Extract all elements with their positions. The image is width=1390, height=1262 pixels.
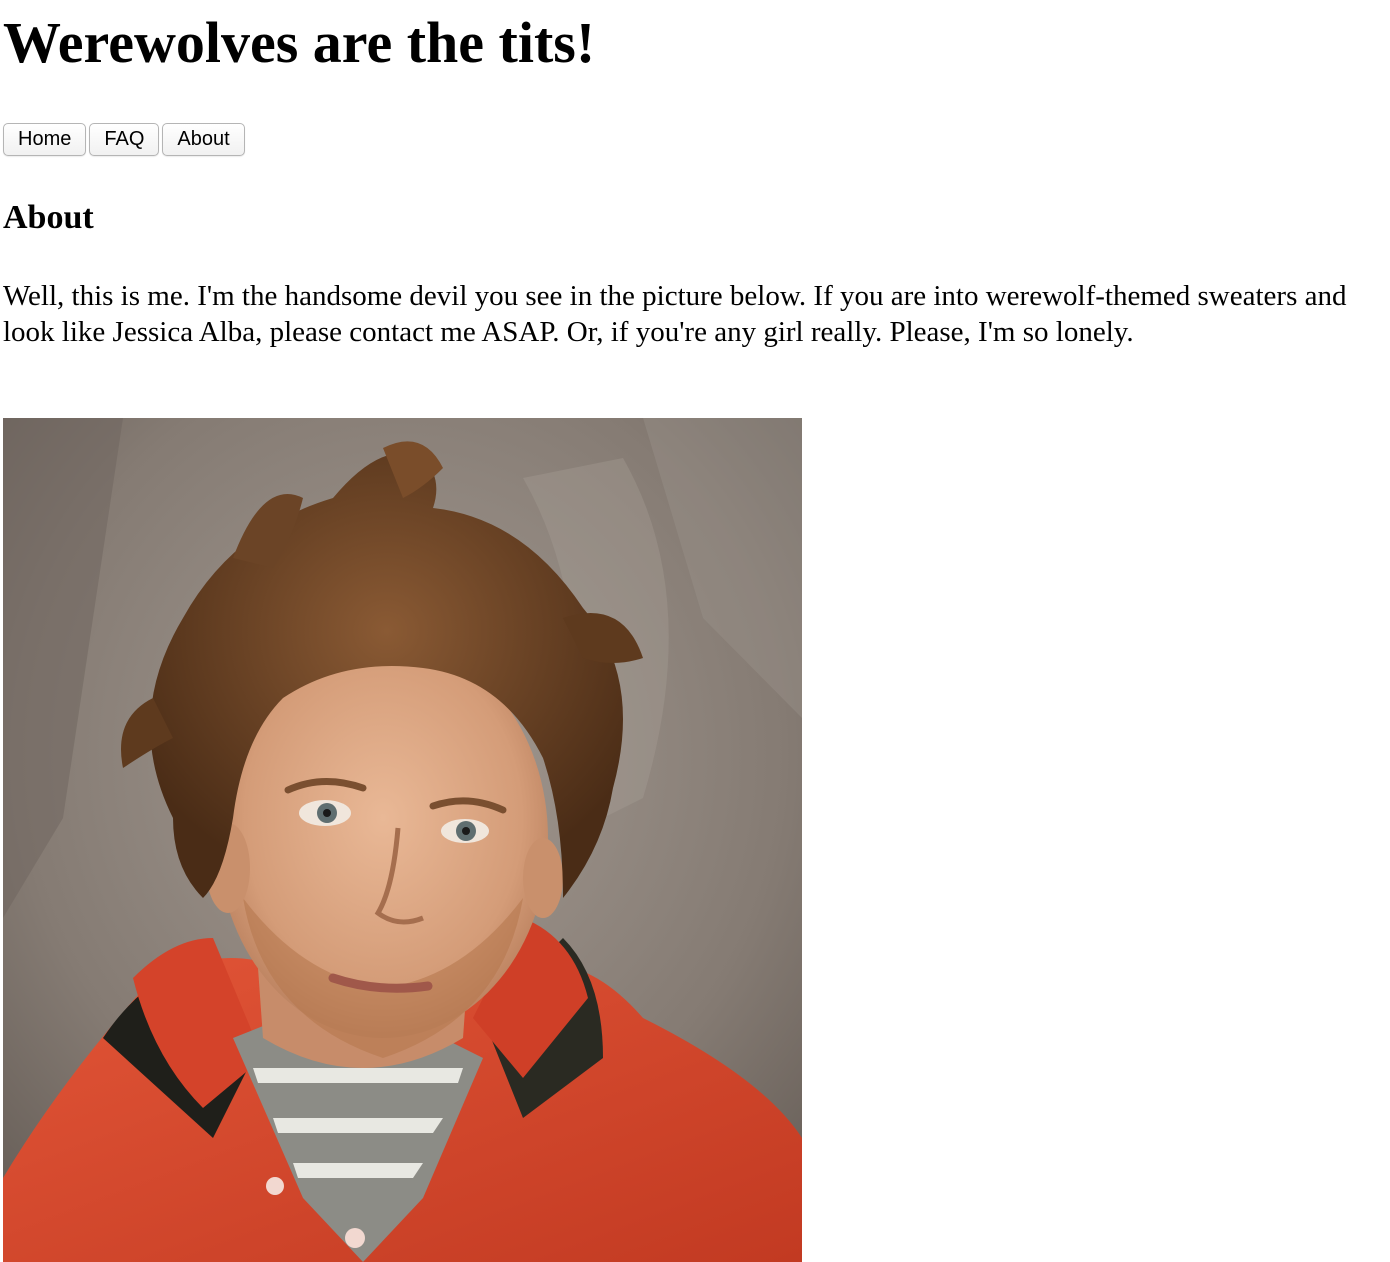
about-heading: About [3,199,94,236]
about-paragraph: Well, this is me. I'm the handsome devil… [3,280,1347,348]
faq-button[interactable]: FAQ [89,123,160,156]
about-button[interactable]: About [162,123,245,156]
main-nav: Home FAQ About [3,123,245,156]
site-title: Werewolves are the tits! [3,10,596,75]
home-button[interactable]: Home [3,123,87,156]
portrait-photo [3,418,802,1262]
